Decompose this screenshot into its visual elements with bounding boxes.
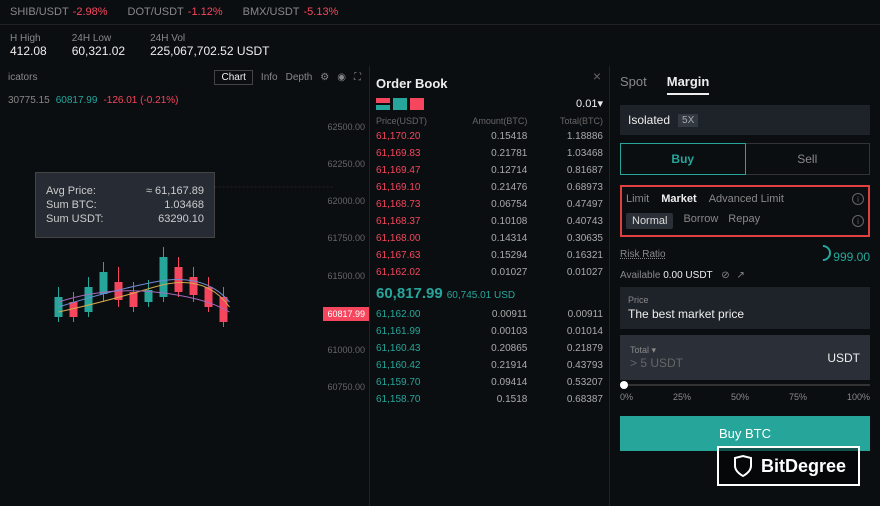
margin-action-normal[interactable]: Normal [626, 213, 673, 229]
ohlc-readout: 30775.15 60817.99 -126.01 (-0.21%) [0, 89, 369, 112]
bid-row[interactable]: 61,160.420.219140.43793 [376, 357, 603, 374]
order-type-advanced[interactable]: Advanced Limit [709, 193, 784, 205]
ask-row[interactable]: 61,168.370.101080.40743 [376, 213, 603, 230]
high-label: H High [10, 33, 47, 44]
highlight-box: Limit Market Advanced Limit i Normal Bor… [620, 185, 870, 237]
sell-toggle[interactable]: Sell [746, 143, 871, 175]
orderbook-title: Order Book [376, 76, 603, 91]
bid-row[interactable]: 61,158.700.15180.68387 [376, 391, 603, 408]
col-price: Price(USDT) [376, 116, 452, 126]
gauge-icon [811, 242, 834, 265]
order-type-market[interactable]: Market [661, 193, 696, 205]
orderbook-mode-bids-icon[interactable] [393, 98, 407, 110]
ask-row[interactable]: 61,170.200.154181.18886 [376, 128, 603, 145]
close-icon[interactable]: × [593, 68, 601, 84]
tab-spot[interactable]: Spot [620, 74, 647, 95]
margin-action-borrow[interactable]: Borrow [683, 213, 718, 229]
low-label: 24H Low [72, 33, 125, 44]
buy-toggle[interactable]: Buy [620, 143, 746, 175]
vol-label: 24H Vol [150, 33, 269, 44]
ask-row[interactable]: 61,168.730.067540.47497 [376, 196, 603, 213]
trade-panel: Spot Margin Isolated 5X Buy Sell Limit M… [610, 66, 880, 506]
price-axis: 62500.00 62250.00 62000.00 61750.00 6150… [327, 122, 365, 392]
stats-bar: H High412.08 24H Low60,321.02 24H Vol225… [0, 25, 880, 66]
bid-row[interactable]: 61,162.000.009110.00911 [376, 306, 603, 323]
indicators-label[interactable]: icators [8, 72, 37, 83]
bid-row[interactable]: 61,161.990.001030.01014 [376, 323, 603, 340]
branding-overlay: BitDegree [717, 446, 860, 486]
fullscreen-icon[interactable]: ⛶ [354, 72, 361, 83]
chart-canvas[interactable]: Avg Price:≈ 61,167.89 Sum BTC:1.03468 Su… [0, 112, 369, 392]
tab-margin[interactable]: Margin [667, 74, 710, 95]
current-price-badge: 60817.99 [323, 307, 369, 321]
chart-tab-depth[interactable]: Depth [286, 72, 313, 83]
bid-row[interactable]: 61,160.430.208650.21879 [376, 340, 603, 357]
info-icon[interactable]: i [852, 193, 864, 205]
chevron-down-icon: ▾ [652, 345, 657, 355]
chart-tab-info[interactable]: Info [261, 72, 278, 83]
chart-tooltip: Avg Price:≈ 61,167.89 Sum BTC:1.03468 Su… [35, 172, 215, 238]
ask-row[interactable]: 61,167.630.152940.16321 [376, 247, 603, 264]
ask-row[interactable]: 61,169.470.127140.81687 [376, 162, 603, 179]
ask-row[interactable]: 61,169.830.217811.03468 [376, 145, 603, 162]
margin-mode-selector[interactable]: Isolated 5X [620, 105, 870, 135]
orderbook-mode-both-icon[interactable] [376, 98, 390, 110]
available-balance: Available 0.00 USDT ⊘ ↗ [620, 270, 870, 281]
order-type-limit[interactable]: Limit [626, 193, 649, 205]
vol-value: 225,067,702.52 USDT [150, 44, 269, 58]
chart-panel: icators Chart Info Depth ⚙ ◉ ⛶ 30775.15 … [0, 66, 370, 506]
price-input[interactable]: Price The best market price [620, 287, 870, 329]
camera-icon[interactable]: ◉ [337, 72, 346, 83]
ask-row[interactable]: 61,162.020.010270.01027 [376, 264, 603, 281]
mid-price: 60,817.9960,745.01 USD [376, 285, 603, 302]
col-total: Total(BTC) [527, 116, 603, 126]
ask-row[interactable]: 61,169.100.214760.68973 [376, 179, 603, 196]
risk-ratio-value: 999.00 [833, 250, 870, 264]
col-amount: Amount(BTC) [452, 116, 528, 126]
swap-icon[interactable]: ⊘ [721, 270, 729, 281]
info-icon[interactable]: i [852, 215, 864, 227]
high-value: 412.08 [10, 44, 47, 58]
ticker-item[interactable]: BMX/USDT-5.13% [243, 6, 339, 18]
ticker-item[interactable]: SHIB/USDT-2.98% [10, 6, 108, 18]
ticker-bar: SHIB/USDT-2.98% DOT/USDT-1.12% BMX/USDT-… [0, 0, 880, 25]
total-input[interactable]: Total ▾ > 5 USDT USDT [620, 335, 870, 380]
precision-dropdown[interactable]: 0.01▾ [576, 97, 603, 110]
orderbook-panel: × Order Book 0.01▾ Price(USDT) Amount(BT… [370, 66, 610, 506]
chart-tab-chart[interactable]: Chart [214, 70, 252, 85]
low-value: 60,321.02 [72, 44, 125, 58]
bid-row[interactable]: 61,159.700.094140.53207 [376, 374, 603, 391]
leverage-badge[interactable]: 5X [678, 114, 698, 127]
ticker-item[interactable]: DOT/USDT-1.12% [128, 6, 223, 18]
amount-slider[interactable]: 0% 25% 50% 75% 100% [620, 392, 870, 402]
transfer-icon[interactable]: ↗ [736, 270, 744, 281]
margin-action-repay[interactable]: Repay [728, 213, 760, 229]
chevron-down-icon: ▾ [597, 98, 603, 110]
settings-icon[interactable]: ⚙ [320, 72, 329, 83]
orderbook-mode-asks-icon[interactable] [410, 98, 424, 110]
risk-ratio-label: Risk Ratio [620, 249, 666, 260]
ask-row[interactable]: 61,168.000.143140.30635 [376, 230, 603, 247]
